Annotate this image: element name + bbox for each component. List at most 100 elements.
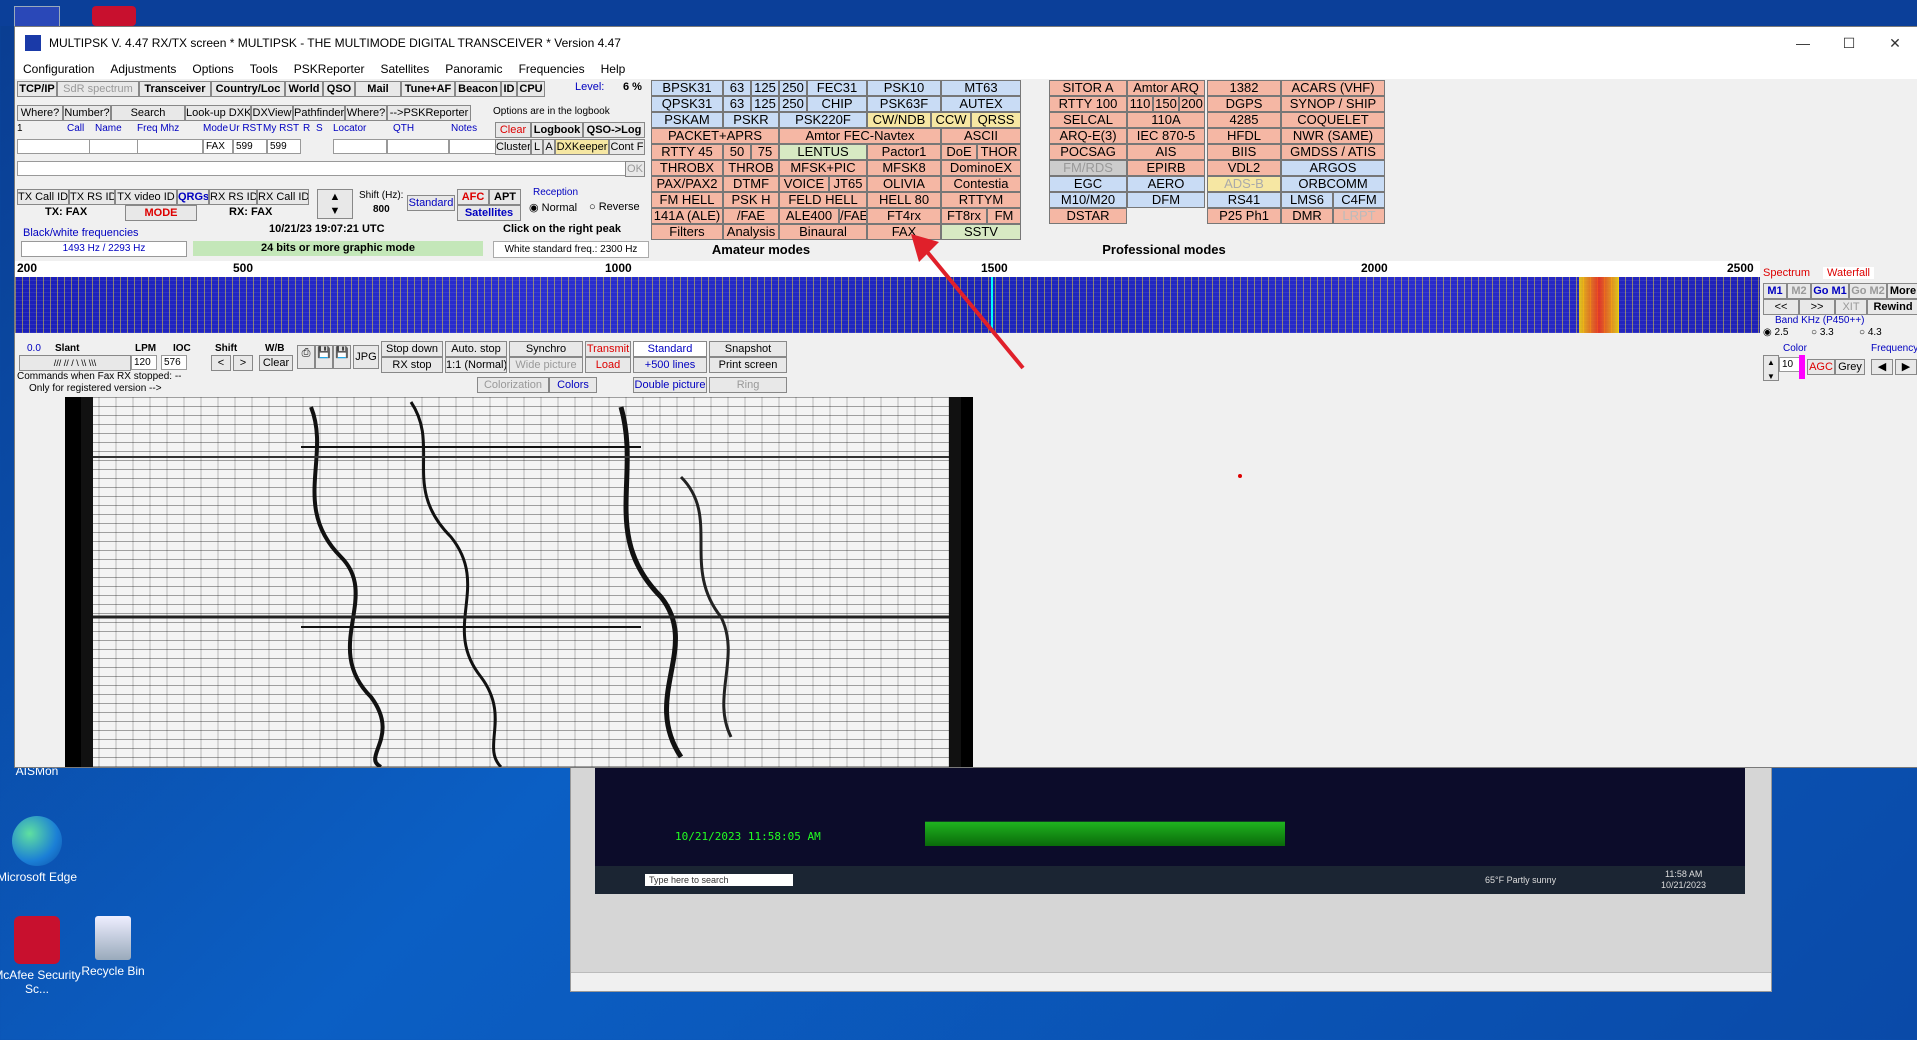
menu-options[interactable]: Options <box>184 62 241 76</box>
rx-rs-id-button[interactable]: RX RS ID <box>209 189 257 205</box>
mode-dmr[interactable]: DMR <box>1281 208 1333 224</box>
mode-coquelet[interactable]: COQUELET <box>1281 112 1385 128</box>
standard-fax-button[interactable]: Standard <box>633 341 707 357</box>
mode-throb[interactable]: THROB <box>723 160 779 176</box>
desktop-icon-edge[interactable]: Microsoft Edge <box>0 816 82 884</box>
mode-63[interactable]: 63 <box>723 80 751 96</box>
mode-thor[interactable]: THOR <box>977 144 1021 160</box>
mode-amtor-fec[interactable]: Amtor FEC-Navtex <box>779 128 941 144</box>
analysis-button[interactable]: Analysis <box>723 224 779 240</box>
mode-q250[interactable]: 250 <box>779 96 807 112</box>
wide-picture-button[interactable]: Wide picture <box>509 357 583 373</box>
band-opt-33[interactable]: ○ 3.3 <box>1811 327 1834 338</box>
prev-button[interactable]: << <box>1763 299 1799 315</box>
fax-clear-button[interactable]: Clear <box>259 355 293 371</box>
mode-fm[interactable]: FM <box>987 208 1021 224</box>
mode-packet-aprs[interactable]: PACKET+APRS <box>651 128 779 144</box>
shift-stepper[interactable]: ▲ ▼ <box>317 189 353 219</box>
tx-call-id-button[interactable]: TX Call ID <box>17 189 69 205</box>
print-icon[interactable]: ⎙ <box>297 345 315 369</box>
mode-4285[interactable]: 4285 <box>1207 112 1281 128</box>
xit-button[interactable]: XIT <box>1835 299 1867 315</box>
mode-amtor-arq[interactable]: Amtor ARQ <box>1127 80 1205 96</box>
qth-field[interactable] <box>387 139 449 154</box>
mode-sitor-a[interactable]: SITOR A <box>1049 80 1127 96</box>
snapshot-button[interactable]: Snapshot <box>709 341 787 357</box>
mode-mfsk-pic[interactable]: MFSK+PIC <box>779 160 867 176</box>
mode-vdl2[interactable]: VDL2 <box>1207 160 1281 176</box>
call-field[interactable] <box>17 139 91 154</box>
maximize-icon[interactable]: ☐ <box>1826 35 1872 52</box>
clear-button[interactable]: Clear <box>495 122 531 138</box>
mode-ale400[interactable]: ALE400 <box>779 208 839 224</box>
go-m2-button[interactable]: Go M2 <box>1849 283 1887 299</box>
m1-button[interactable]: M1 <box>1763 283 1787 299</box>
mode-doe[interactable]: DoE <box>941 144 977 160</box>
mode-ascii[interactable]: ASCII <box>941 128 1021 144</box>
mode-pactor1[interactable]: Pactor1 <box>867 144 941 160</box>
mode-rs41[interactable]: RS41 <box>1207 192 1281 208</box>
tx-video-id-button[interactable]: TX video ID <box>115 189 177 205</box>
mode-contestia[interactable]: Contestia <box>941 176 1021 192</box>
mode-pocsag[interactable]: POCSAG <box>1049 144 1127 160</box>
mode-qpsk31[interactable]: QPSK31 <box>651 96 723 112</box>
tune-af-button[interactable]: Tune+AF <box>401 81 455 97</box>
mode-pax[interactable]: PAX/PAX2 <box>651 176 723 192</box>
mode-dtmf[interactable]: DTMF <box>723 176 779 192</box>
horizontal-scrollbar[interactable] <box>571 972 1771 991</box>
waterfall-tab[interactable]: Waterfall <box>1823 267 1874 279</box>
mode-throbx[interactable]: THROBX <box>651 160 723 176</box>
freq-left-button[interactable]: ◀ <box>1871 359 1893 375</box>
spectrum-tab[interactable]: Spectrum <box>1763 267 1810 279</box>
rx-call-id-button[interactable]: RX Call ID <box>257 189 309 205</box>
mode-voice[interactable]: VOICE <box>779 176 829 192</box>
mode-chip[interactable]: CHIP <box>807 96 867 112</box>
cluster-button[interactable]: Cluster <box>495 139 531 155</box>
mode-gmdss[interactable]: GMDSS / ATIS <box>1281 144 1385 160</box>
go-m1-button[interactable]: Go M1 <box>1811 283 1849 299</box>
mode-c4fm[interactable]: C4FM <box>1333 192 1385 208</box>
mode-button[interactable]: MODE <box>125 205 197 221</box>
menu-panoramic[interactable]: Panoramic <box>437 62 510 76</box>
search-button[interactable]: Search <box>111 105 185 121</box>
waterfall-display[interactable] <box>15 277 1760 333</box>
mode-lrpt[interactable]: LRPT <box>1333 208 1385 224</box>
ur-rst-field[interactable]: 599 <box>233 139 267 154</box>
save-icon[interactable]: 💾 <box>315 345 333 369</box>
mode-ft4rx[interactable]: FT4rx <box>867 208 941 224</box>
mode-bpsk31[interactable]: BPSK31 <box>651 80 723 96</box>
ring-button[interactable]: Ring <box>709 377 787 393</box>
normal-ratio-button[interactable]: 1:1 (Normal) <box>445 357 507 373</box>
mode-ft8rx[interactable]: FT8rx <box>941 208 987 224</box>
pathfinder-button[interactable]: Pathfinder <box>293 105 345 121</box>
mode-psk-h[interactable]: PSK H <box>723 192 779 208</box>
mode-aero[interactable]: AERO <box>1127 176 1205 192</box>
number-button[interactable]: Number? <box>63 105 111 121</box>
tx-rs-id-button[interactable]: TX RS ID <box>69 189 115 205</box>
cpu-button[interactable]: CPU <box>517 81 545 97</box>
slant-buttons[interactable]: /// // / \ \\ \\\ <box>19 355 131 371</box>
mode-fm-rds[interactable]: FM/RDS <box>1049 160 1127 176</box>
mode-hell80[interactable]: HELL 80 <box>867 192 941 208</box>
mode-rttym[interactable]: RTTYM <box>941 192 1021 208</box>
mode-psk10[interactable]: PSK10 <box>867 80 941 96</box>
sdr-spectrum-button[interactable]: SdR spectrum <box>57 81 139 97</box>
mode-fec31[interactable]: FEC31 <box>807 80 867 96</box>
mode-egc[interactable]: EGC <box>1049 176 1127 192</box>
transceiver-button[interactable]: Transceiver <box>139 81 211 97</box>
plus500-button[interactable]: +500 lines <box>633 357 707 373</box>
mode-ads-b[interactable]: ADS-B <box>1207 176 1281 192</box>
menu-pskreporter[interactable]: PSKReporter <box>286 62 373 76</box>
mode-141a-ale[interactable]: 141A (ALE) <box>651 208 723 224</box>
rewind-button[interactable]: Rewind <box>1867 299 1917 315</box>
grey-button[interactable]: Grey <box>1835 359 1865 375</box>
band-opt-43[interactable]: ○ 4.3 <box>1859 327 1882 338</box>
l-button[interactable]: L <box>531 139 543 155</box>
mode-1382[interactable]: 1382 <box>1207 80 1281 96</box>
desktop-app-icon-red[interactable] <box>92 6 136 26</box>
mode-q63[interactable]: 63 <box>723 96 751 112</box>
menu-help[interactable]: Help <box>593 62 634 76</box>
mode-dstar[interactable]: DSTAR <box>1049 208 1127 224</box>
locator-field[interactable] <box>333 139 387 154</box>
mode-q125[interactable]: 125 <box>751 96 779 112</box>
